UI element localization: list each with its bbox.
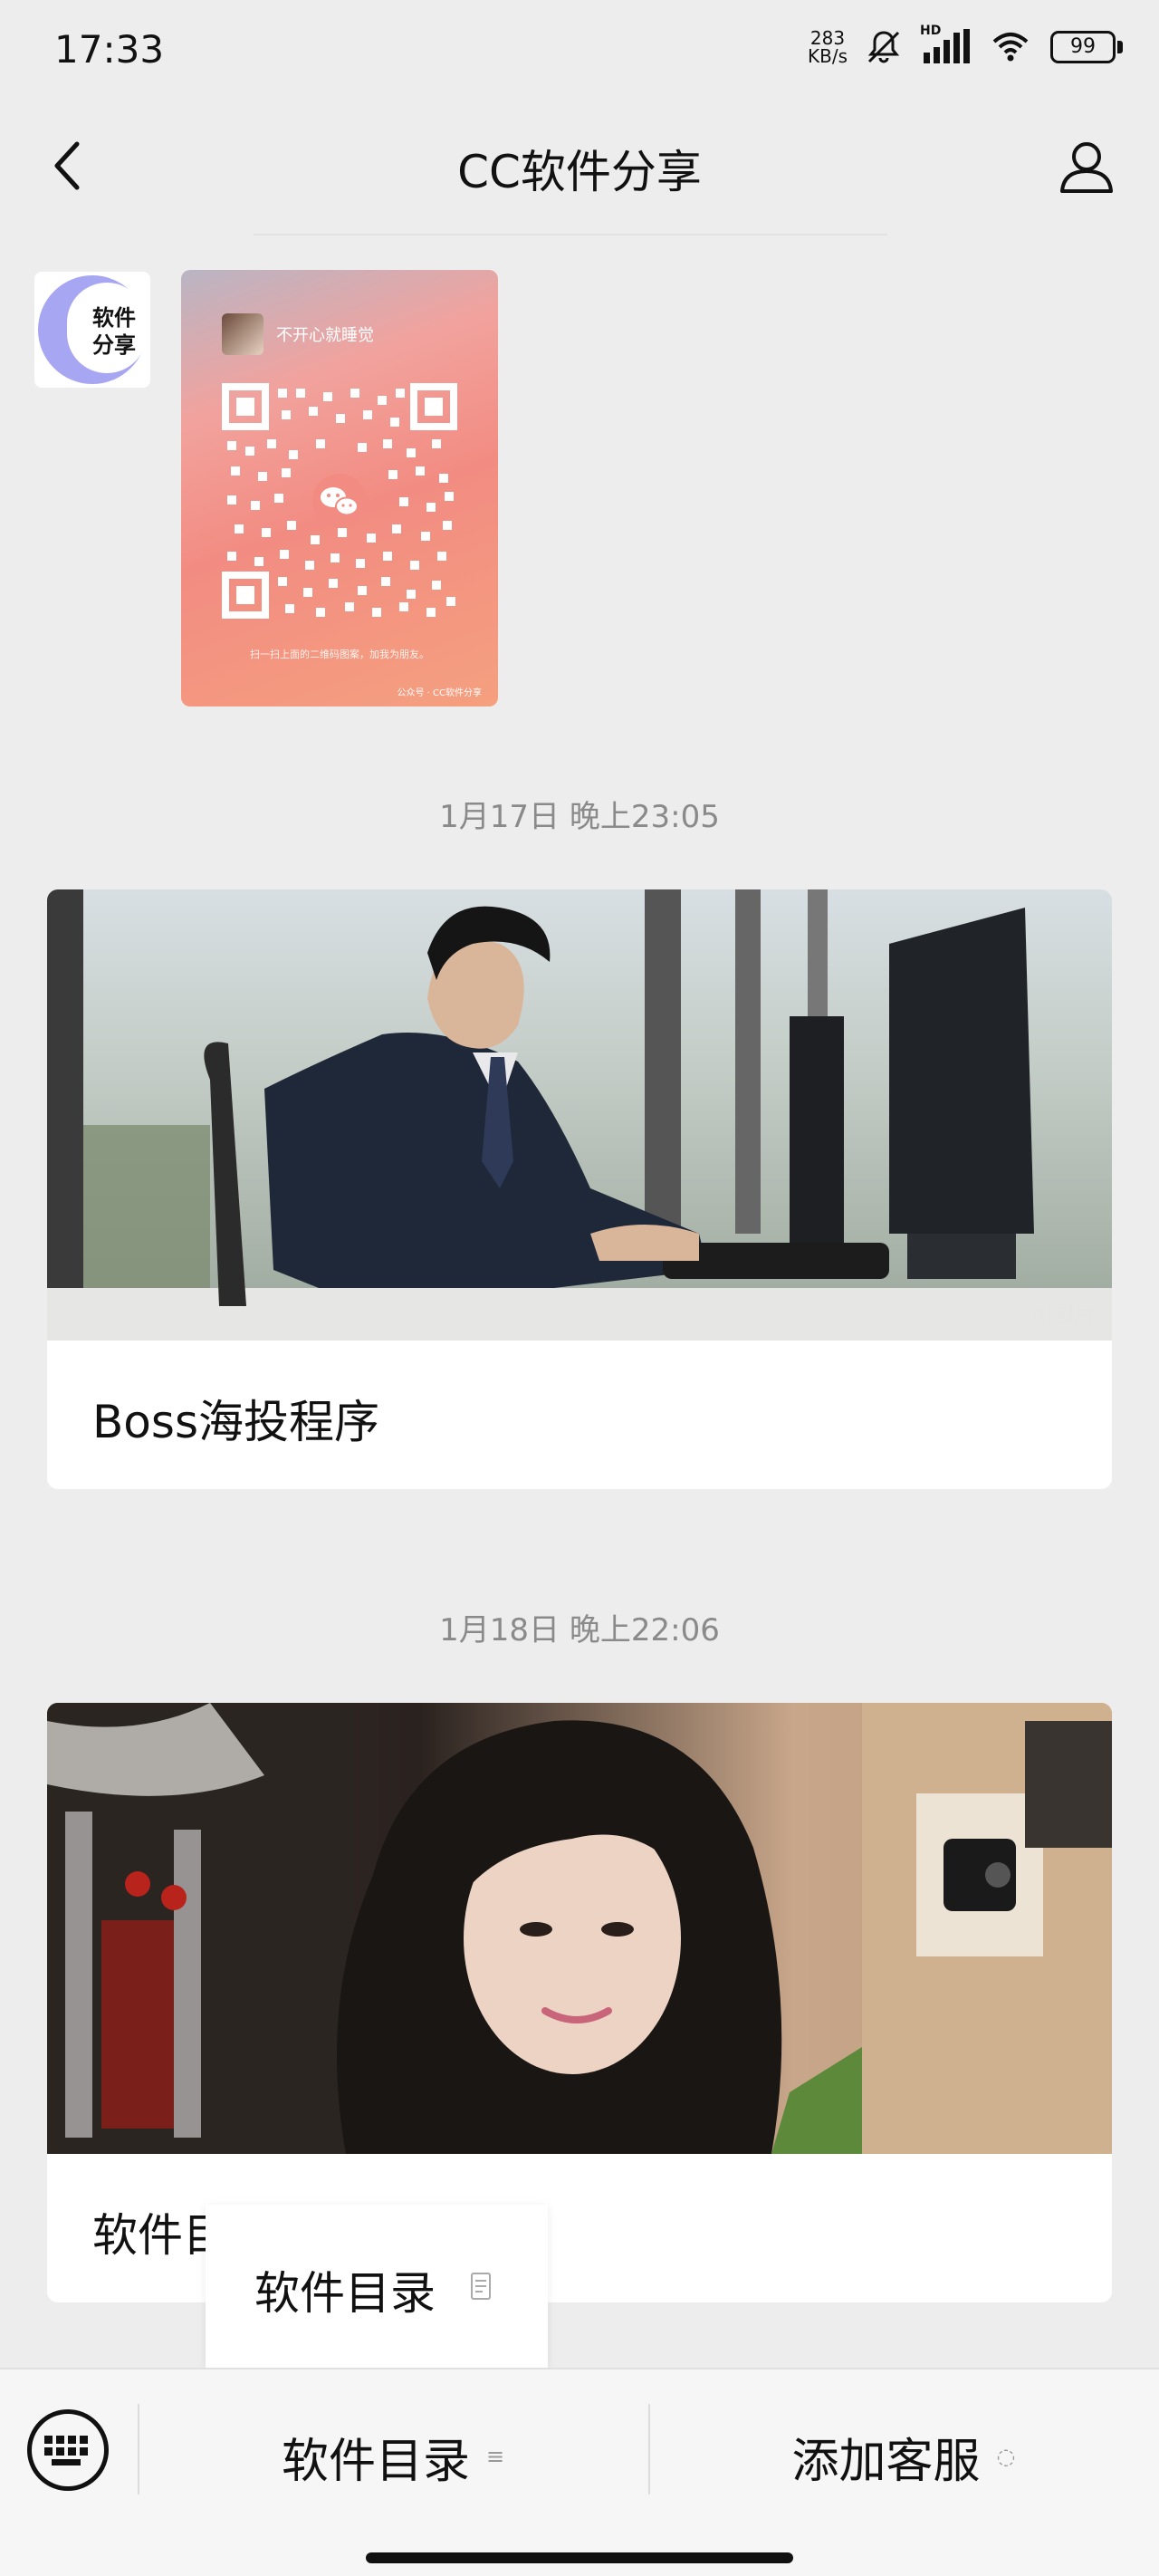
keyboard-toggle-button[interactable]	[27, 2409, 109, 2491]
home-indicator[interactable]	[366, 2552, 793, 2563]
battery-level: 99	[1070, 35, 1096, 58]
page-title: CC软件分享	[457, 146, 702, 198]
official-account-avatar[interactable]: 软件分享	[34, 272, 150, 388]
menu-button-software-catalog[interactable]: 软件目录 ≡	[138, 2420, 648, 2493]
person-icon	[1060, 142, 1113, 193]
profile-button[interactable]	[1050, 130, 1123, 203]
bell-off-icon	[867, 31, 900, 63]
status-bar: 17:33 283 KB/s HD 99	[0, 0, 1159, 107]
submenu-popup: 软件目录	[206, 2205, 548, 2368]
article-card[interactable]: AI图片 Boss海投程序	[47, 889, 1112, 1489]
avatar-text: 软件分享	[92, 305, 136, 358]
status-time: 17:33	[54, 27, 165, 72]
nav-bar: CC软件分享	[0, 107, 1159, 228]
chat-bubble-icon: ◌	[996, 2444, 1016, 2469]
wifi-icon	[992, 33, 1029, 62]
battery-icon: 99	[1050, 31, 1123, 63]
qr-user-avatar	[222, 313, 263, 355]
menu-label: 软件目录	[281, 2434, 470, 2489]
qr-source: 公众号 · CC软件分享	[397, 688, 482, 698]
bottom-menu-bar: 软件目录 ≡ 添加客服 ◌	[0, 2368, 1159, 2576]
qr-user-name: 不开心就睡觉	[276, 326, 374, 345]
list-icon: ≡	[485, 2444, 505, 2469]
qr-hint: 扫一扫上面的二维码图案，加我为朋友。	[250, 649, 429, 660]
qr-code	[222, 383, 457, 619]
keyboard-icon	[44, 2436, 88, 2465]
message-timestamp: 1月17日 晚上23:05	[439, 799, 720, 835]
submenu-item-software-catalog[interactable]: 软件目录	[254, 2257, 436, 2322]
menu-label: 添加客服	[791, 2434, 981, 2489]
article-cover-image	[47, 1703, 1112, 2154]
document-icon	[471, 2273, 491, 2300]
article-title: Boss海投程序	[92, 1396, 379, 1448]
qr-user: 不开心就睡觉	[222, 313, 374, 355]
qr-code-image-message[interactable]: 不开心就睡觉 扫一扫上面的二维码图案，加我为朋友。 公众号 · CC软件分享	[181, 270, 498, 706]
menu-button-add-support[interactable]: 添加客服 ◌	[648, 2420, 1159, 2493]
network-speed: 283 KB/s	[808, 27, 848, 67]
office-worker-illustration	[47, 889, 1112, 1341]
cellular-signal-icon: HD	[920, 24, 971, 67]
divider	[254, 234, 887, 235]
ai-image-label: AI图片	[1030, 1302, 1097, 1327]
message-timestamp: 1月18日 晚上22:06	[439, 1612, 720, 1648]
status-icons: 283 KB/s HD 99	[808, 24, 1123, 67]
article-cover-image: AI图片	[47, 889, 1112, 1341]
portrait-illustration	[47, 1703, 1112, 2154]
